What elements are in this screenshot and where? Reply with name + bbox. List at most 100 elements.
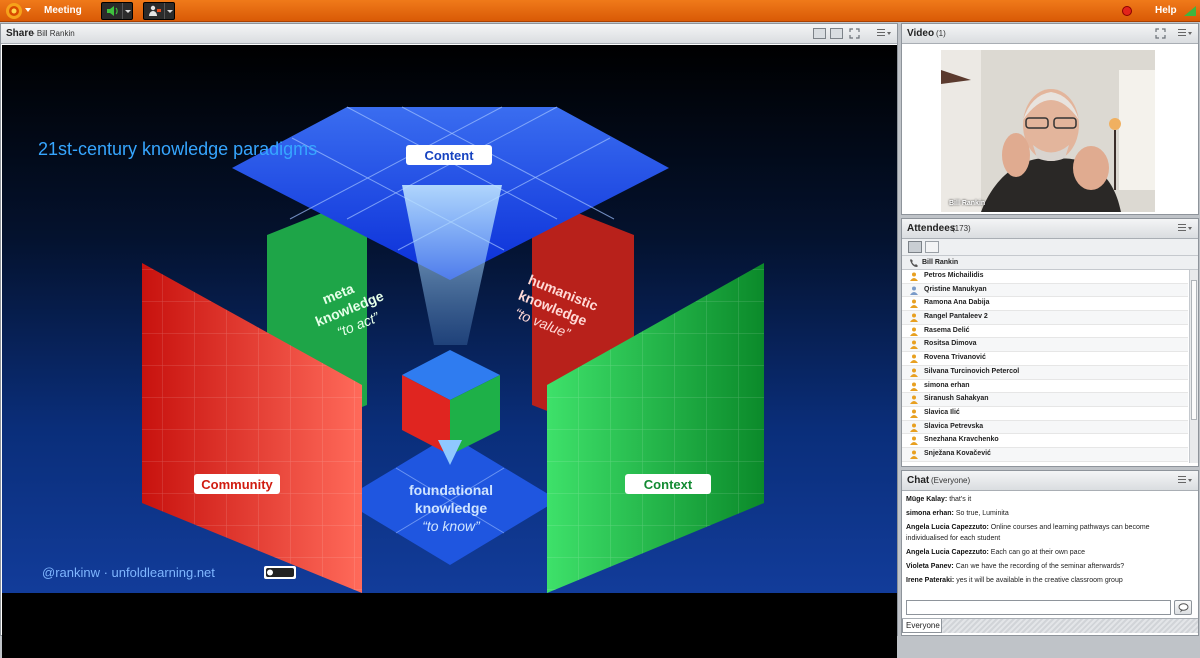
user-icon <box>910 382 918 391</box>
attendee-row[interactable]: simona erhan <box>902 379 1188 394</box>
webcam-chevron-down-icon[interactable] <box>164 3 174 19</box>
video-title: Video <box>907 28 935 39</box>
attendee-row[interactable]: Snježana Kovačević <box>902 447 1188 462</box>
attendee-row[interactable]: Qristine Manukyan <box>902 283 1188 298</box>
video-pod: Video (1) Bill Rankin <box>901 23 1199 215</box>
attendee-scrollbar-thumb[interactable] <box>1191 280 1197 420</box>
share-pod: Share - Bill Rankin 21st-century knowled… <box>0 23 898 658</box>
chat-input[interactable] <box>906 600 1171 615</box>
chat-message: Müge Kalay: that's it <box>906 495 1186 506</box>
full-screen-layout-icon[interactable] <box>830 28 843 39</box>
user-icon <box>910 409 918 418</box>
video-pod-menu-icon[interactable] <box>1178 29 1192 39</box>
webcam-button[interactable] <box>143 2 175 20</box>
user-icon <box>910 313 918 323</box>
chat-text: So true, Luminita <box>955 510 1009 518</box>
video-speaker-name: Bill Rankin <box>949 200 986 207</box>
attendee-name: Rositsa Dimova <box>924 340 977 348</box>
fit-width-icon[interactable] <box>813 28 826 39</box>
maximize-pod-icon[interactable] <box>1155 28 1166 39</box>
chat-pod: Chat (Everyone) Müge Kalay: that's it si… <box>901 470 1199 636</box>
attendee-name: Snježana Kovačević <box>924 449 991 457</box>
share-title: Share <box>6 28 34 39</box>
user-icon <box>910 272 918 281</box>
attendee-list: Petros Michailidis Qristine Manukyan Ram… <box>902 270 1188 465</box>
chat-sender: Müge Kalay: <box>906 496 948 503</box>
attendee-name: Snezhana Kravchenko <box>924 436 999 444</box>
speaker-icon <box>107 6 118 16</box>
breakout-view-icon[interactable] <box>925 241 939 253</box>
attendee-row[interactable]: Rangel Pantaleev 2 <box>902 311 1188 325</box>
chat-message: Irene Pateraki: yes it will be available… <box>906 576 1186 587</box>
attendees-pod-menu-icon[interactable] <box>1178 224 1192 234</box>
user-icon <box>910 327 918 336</box>
send-message-button[interactable] <box>1174 600 1192 615</box>
chat-message: Violeta Panev: Can we have the recording… <box>906 562 1186 573</box>
presenter-icon <box>149 5 161 16</box>
share-pod-menu-icon[interactable] <box>877 29 891 39</box>
chat-sender: Violeta Panev: <box>906 563 954 571</box>
attendee-row[interactable]: Rositsa Dimova <box>902 338 1188 353</box>
user-icon <box>910 450 918 459</box>
attendees-pod: Attendees (173) Bill Rankin Petros Micha… <box>901 218 1199 467</box>
slide-heading: 21st-century knowledge paradigms <box>38 139 317 159</box>
foundational-text-line3: “to know” <box>422 518 481 534</box>
foundational-text-line1: foundational <box>409 482 493 498</box>
chat-text: yes it will be available in the creative… <box>956 577 1123 585</box>
attendees-toolbar <box>902 239 1198 256</box>
help-menu[interactable]: Help <box>1155 5 1177 16</box>
video-pod-titlebar: Video (1) <box>902 24 1198 44</box>
attendee-row[interactable]: Siranush Sahakyan <box>902 393 1188 407</box>
adobe-connect-logo[interactable] <box>4 2 24 20</box>
chat-message: Angela Lucia Capezzuto: Online courses a… <box>906 523 1186 544</box>
speech-bubble-icon <box>1178 603 1189 613</box>
attendee-name: Qristine Manukyan <box>924 285 987 293</box>
attendee-row[interactable]: Rasema Delić <box>902 324 1188 339</box>
phone-icon <box>910 259 918 267</box>
share-pod-letterbox <box>2 593 897 658</box>
attendee-row[interactable]: Slavica Ilić <box>902 406 1188 421</box>
community-label: Community <box>201 477 273 492</box>
attendee-name: Silvana Turcinovich Petercol <box>924 367 1020 375</box>
user-icon <box>910 299 918 309</box>
user-icon <box>910 368 918 377</box>
speaker-chevron-down-icon[interactable] <box>122 3 132 19</box>
list-view-icon[interactable] <box>908 241 922 253</box>
attendee-name: Slavica Ilić <box>924 408 960 416</box>
attendee-row[interactable]: Snezhana Kravchenko <box>902 434 1188 448</box>
logo-menu-chevron-icon[interactable] <box>25 8 31 12</box>
attendee-row[interactable]: Petros Michailidis <box>902 270 1188 284</box>
speaker-video-image <box>941 50 1155 212</box>
attendees-title: Attendees <box>907 223 956 234</box>
attendee-name: Rangel Pantaleev 2 <box>924 313 988 321</box>
attendee-name: Rasema Delić <box>924 326 970 334</box>
video-count: (1) <box>936 29 946 38</box>
webcam-video-feed[interactable]: Bill Rankin <box>941 50 1155 212</box>
attendee-scrollbar[interactable] <box>1189 270 1198 463</box>
chat-title: Chat <box>907 475 930 486</box>
context-label: Context <box>644 477 693 492</box>
status-dot[interactable] <box>1122 6 1132 16</box>
content-label: Content <box>424 148 474 163</box>
chat-sender: Angela Lucia Capezzuto: <box>906 549 989 557</box>
chat-scope: (Everyone) <box>931 476 971 485</box>
chat-pod-menu-icon[interactable] <box>1178 476 1192 486</box>
attendee-row[interactable]: Slavica Petrevska <box>902 420 1188 435</box>
chat-tab-everyone[interactable]: Everyone <box>902 619 942 633</box>
attendee-row[interactable]: Silvana Turcinovich Petercol <box>902 365 1188 380</box>
chat-sender: Irene Pateraki: <box>906 577 955 585</box>
chat-message: simona erhan: So true, Luminita <box>906 509 1186 520</box>
host-row[interactable]: Bill Rankin <box>902 256 1198 270</box>
attendee-row[interactable]: Rovena Trivanović <box>902 352 1188 366</box>
cc-by-nc-icon <box>264 566 296 579</box>
meeting-menu[interactable]: Meeting <box>44 5 82 16</box>
user-icon <box>910 423 918 432</box>
content-beam <box>402 185 502 345</box>
chat-text: Can we have the recording of the seminar… <box>955 563 1125 571</box>
user-icon <box>910 395 918 405</box>
share-presenter-name: - Bill Rankin <box>32 29 75 38</box>
maximize-pod-icon[interactable] <box>849 28 860 39</box>
attendee-row[interactable]: Ramona Ana Dabija <box>902 297 1188 312</box>
attendee-name: Rovena Trivanović <box>924 354 986 362</box>
speaker-button[interactable] <box>101 2 133 20</box>
